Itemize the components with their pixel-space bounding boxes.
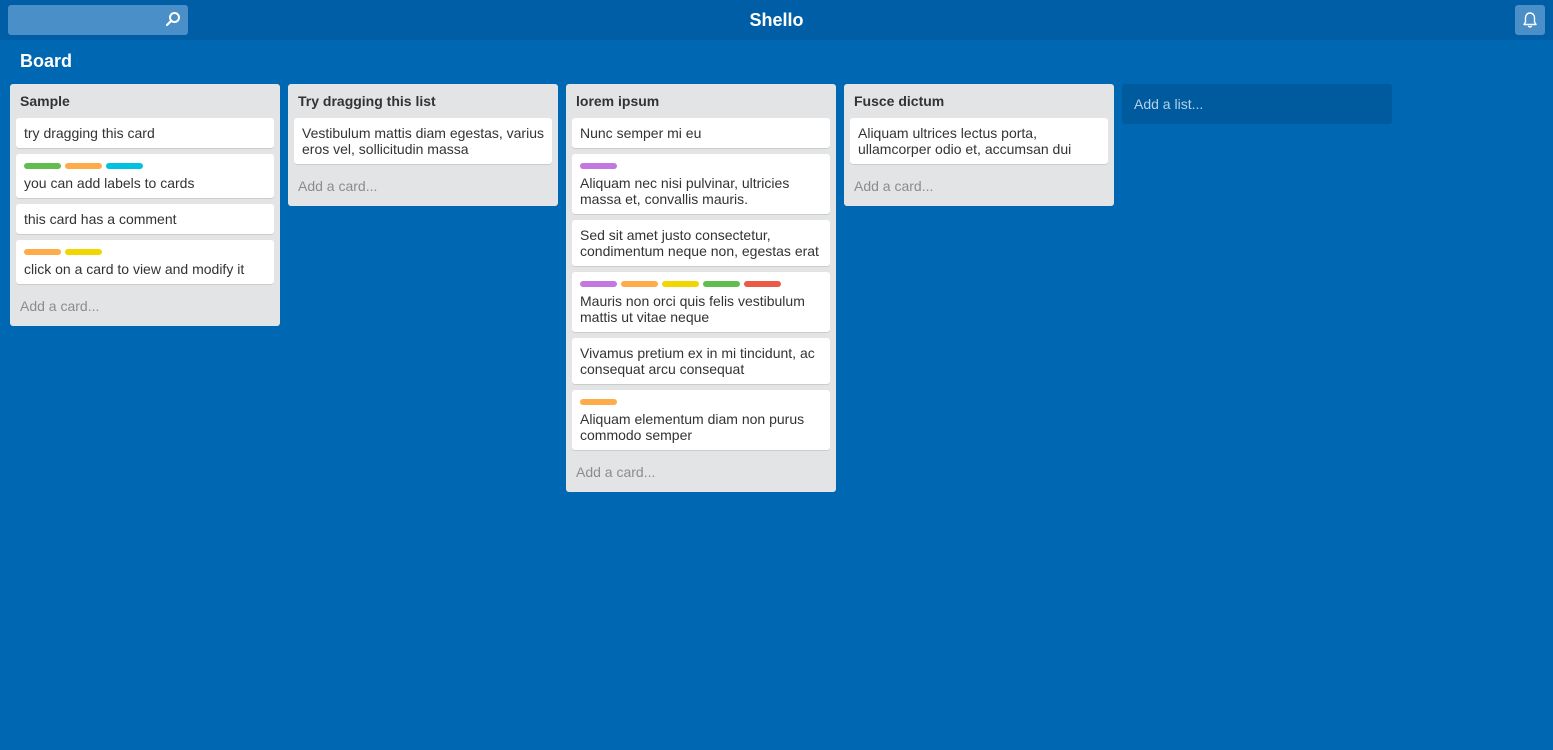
search-icon[interactable] [165, 11, 181, 27]
label-purple [580, 163, 617, 169]
card[interactable]: Aliquam ultrices lectus porta, ullamcorp… [850, 118, 1108, 164]
board-title: Board [20, 51, 73, 71]
card-text: Aliquam elementum diam non purus commodo… [580, 411, 805, 443]
list[interactable]: Fusce dictum Aliquam ultrices lectus port… [844, 84, 1114, 206]
card[interactable]: you can add labels to cards [16, 154, 274, 198]
card[interactable]: click on a card to view and modify it [16, 240, 274, 284]
card-text: Vestibulum mattis diam egestas, varius e… [302, 125, 544, 157]
list-title: Sample [20, 93, 70, 109]
label-yellow [662, 281, 699, 287]
card-text: try dragging this card [24, 125, 155, 141]
card-labels [24, 249, 266, 257]
add-card-button[interactable]: Add a card... [16, 290, 274, 318]
add-list-button[interactable]: Add a list... [1122, 84, 1392, 124]
card-text: Mauris non orci quis felis vestibulum ma… [580, 293, 805, 325]
label-cyan [106, 163, 143, 169]
card-text: Aliquam nec nisi pulvinar, ultricies mas… [580, 175, 790, 207]
add-card-button[interactable]: Add a card... [572, 456, 830, 484]
card[interactable]: this card has a comment [16, 204, 274, 234]
card-labels [580, 281, 822, 289]
card-text: this card has a comment [24, 211, 177, 227]
label-orange [65, 163, 102, 169]
notifications-button[interactable] [1515, 5, 1545, 35]
card[interactable]: Aliquam elementum diam non purus commodo… [572, 390, 830, 450]
card-text: click on a card to view and modify it [24, 261, 245, 277]
label-green [24, 163, 61, 169]
card-labels [580, 163, 822, 171]
card-text: you can add labels to cards [24, 175, 195, 191]
card-text: Vivamus pretium ex in mi tincidunt, ac c… [580, 345, 815, 377]
label-yellow [65, 249, 102, 255]
list-title: Try dragging this list [298, 93, 436, 109]
add-card-button[interactable]: Add a card... [294, 170, 552, 198]
card[interactable]: Nunc semper mi eu [572, 118, 830, 148]
label-orange [580, 399, 617, 405]
add-card-button[interactable]: Add a card... [850, 170, 1108, 198]
label-red [744, 281, 781, 287]
card-text: Sed sit amet justo consectetur, condimen… [580, 227, 819, 259]
label-green [703, 281, 740, 287]
list-title: Fusce dictum [854, 93, 945, 109]
card-labels [24, 163, 266, 171]
list[interactable]: lorem ipsum Nunc semper mi eu Aliquam nec … [566, 84, 836, 492]
label-purple [580, 281, 617, 287]
card[interactable]: Mauris non orci quis felis vestibulum ma… [572, 272, 830, 332]
list[interactable]: Try dragging this list Vestibulum mattis … [288, 84, 558, 206]
card[interactable]: Vestibulum mattis diam egestas, varius e… [294, 118, 552, 164]
card-text: Nunc semper mi eu [580, 125, 702, 141]
app-logo: Shello [749, 10, 804, 30]
list-title: lorem ipsum [576, 93, 660, 109]
card[interactable]: Vivamus pretium ex in mi tincidunt, ac c… [572, 338, 830, 384]
list[interactable]: Sample try dragging this card you can add … [10, 84, 280, 326]
card-text: Aliquam ultrices lectus porta, ullamcorp… [858, 125, 1072, 157]
search-input[interactable] [8, 5, 188, 35]
top-bar: Shello [0, 0, 1553, 40]
label-orange [24, 249, 61, 255]
card[interactable]: Aliquam nec nisi pulvinar, ultricies mas… [572, 154, 830, 214]
label-orange [621, 281, 658, 287]
card[interactable]: try dragging this card [16, 118, 274, 148]
card-labels [580, 399, 822, 407]
card[interactable]: Sed sit amet justo consectetur, condimen… [572, 220, 830, 266]
